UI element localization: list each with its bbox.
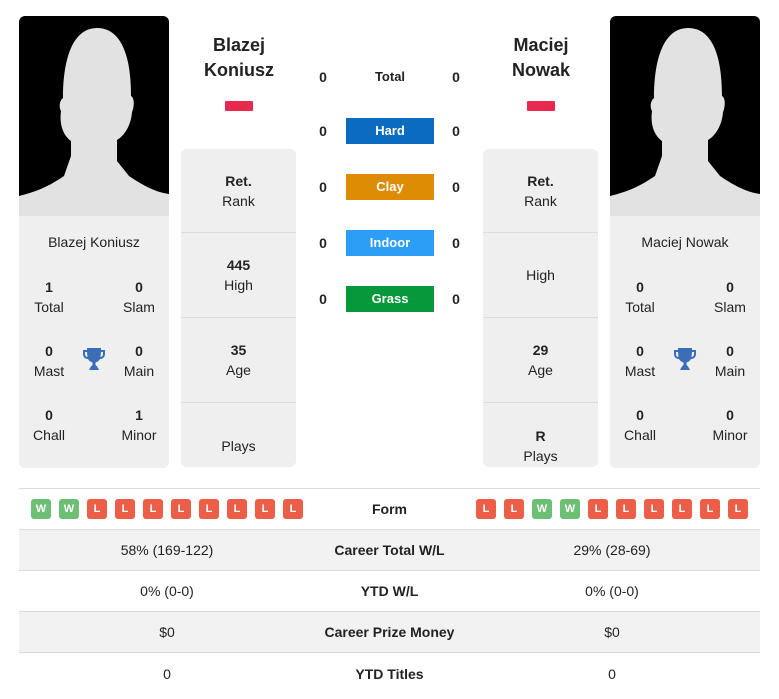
player1-age: 35 Age: [181, 318, 296, 403]
player2-titles-slam: 0 Slam: [714, 279, 746, 315]
form-badge-win[interactable]: W: [59, 499, 79, 519]
player2-titles-total: 0 Total: [625, 279, 655, 315]
surface-hard-badge: Hard: [346, 118, 434, 144]
form-badge-loss[interactable]: L: [504, 499, 524, 519]
surface-total-p2: 0: [452, 69, 460, 85]
form-badge-loss[interactable]: L: [143, 499, 163, 519]
player1-flag-icon: [225, 101, 253, 111]
surface-total-label: Total: [374, 69, 406, 84]
player1-card: Blazej Koniusz 1 Total 0 Slam 0 Mast 0 Main …: [19, 216, 169, 468]
ytd-wl-label: YTD W/L: [360, 583, 419, 599]
table-row-prize-money: $0 Career Prize Money $0: [19, 612, 760, 653]
player2-titles-chall: 0 Chall: [624, 407, 656, 443]
surface-clay-p1: 0: [319, 179, 327, 195]
surface-hard-p1: 0: [319, 123, 327, 139]
form-badge-loss[interactable]: L: [255, 499, 275, 519]
player1-career-wl: 58% (169-122): [120, 542, 214, 558]
surface-indoor-p1: 0: [319, 235, 327, 251]
surface-clay-badge: Clay: [346, 174, 434, 200]
player1-ytd-wl: 0% (0-0): [140, 583, 194, 599]
player2-plays: R Plays: [523, 427, 558, 464]
player2-rank: Ret. Rank: [483, 149, 598, 233]
player1-plays: Plays: [221, 437, 256, 454]
player1-titles-minor: 1 Minor: [121, 407, 157, 443]
player1-titles-main: 0 Main: [123, 343, 155, 379]
player2-card-name: Maciej Nowak: [641, 234, 729, 250]
table-row-ytd-titles: 0 YTD Titles 0: [19, 653, 760, 694]
form-badge-win[interactable]: W: [532, 499, 552, 519]
player2-ytd-titles: 0: [608, 665, 616, 682]
form-badge-win[interactable]: W: [31, 499, 51, 519]
surface-grass-badge: Grass: [346, 286, 434, 312]
player2-name[interactable]: Maciej Nowak: [481, 33, 601, 83]
surface-hard-p2: 0: [452, 123, 460, 139]
surface-indoor-p2: 0: [452, 235, 460, 251]
form-badge-loss[interactable]: L: [728, 499, 748, 519]
form-badge-loss[interactable]: L: [476, 499, 496, 519]
player2-career-wl: 29% (28-69): [573, 542, 651, 558]
player2-flag-icon: [527, 101, 555, 111]
player2-titles-minor: 0 Minor: [712, 407, 748, 443]
form-badge-loss[interactable]: L: [588, 499, 608, 519]
player2-titles-main: 0 Main: [714, 343, 746, 379]
surface-indoor-badge: Indoor: [346, 230, 434, 256]
form-badge-loss[interactable]: L: [616, 499, 636, 519]
form-badge-loss[interactable]: L: [87, 499, 107, 519]
player1-titles-slam: 0 Slam: [123, 279, 155, 315]
form-badge-loss[interactable]: L: [644, 499, 664, 519]
player1-prize-money: $0: [159, 624, 175, 640]
surface-row-hard: 0 Hard 0: [300, 117, 480, 145]
comparison-table: WWLLLLLLLL Form LLWWLLLLLL 58% (169-122)…: [19, 488, 760, 694]
player1-titles-mast: 0 Mast: [33, 343, 65, 379]
player2-ytd-wl: 0% (0-0): [585, 583, 639, 599]
prize-money-label: Career Prize Money: [324, 624, 455, 640]
player1-titles-total: 1 Total: [34, 279, 64, 315]
player2-prize-money: $0: [604, 624, 620, 640]
player1-rank: Ret. Rank: [181, 149, 296, 233]
player2-info: Ret. Rank High 29 Age R Plays: [483, 149, 598, 467]
form-badge-loss[interactable]: L: [672, 499, 692, 519]
ytd-titles-label: YTD Titles: [355, 665, 424, 682]
player1-name[interactable]: Blazej Koniusz: [179, 33, 299, 83]
surface-total-p1: 0: [319, 69, 327, 85]
surface-row-total: 0 Total 0: [300, 63, 480, 91]
player1-high: 445 High: [181, 233, 296, 318]
player2-card: Maciej Nowak 0 Total 0 Slam 0 Mast 0 Main 0C…: [610, 216, 760, 468]
form-badge-loss[interactable]: L: [700, 499, 720, 519]
table-row-form: WWLLLLLLLL Form LLWWLLLLLL: [19, 489, 760, 530]
player1-info: Ret. Rank 445 High 35 Age Plays: [181, 149, 296, 467]
surface-row-grass: 0 Grass 0: [300, 285, 480, 313]
player1-card-name: Blazej Koniusz: [48, 234, 140, 250]
player2-photo: [610, 16, 760, 216]
surface-row-clay: 0 Clay 0: [300, 173, 480, 201]
form-label: Form: [372, 501, 407, 517]
player1-form: WWLLLLLLLL: [19, 499, 315, 519]
form-badge-win[interactable]: W: [560, 499, 580, 519]
silhouette-icon: [19, 28, 169, 216]
trophy-icon: [674, 348, 696, 370]
form-badge-loss[interactable]: L: [171, 499, 191, 519]
player1-ytd-titles: 0: [163, 665, 171, 682]
surface-grass-p2: 0: [452, 291, 460, 307]
player2-age: 29 Age: [483, 318, 598, 403]
form-badge-loss[interactable]: L: [283, 499, 303, 519]
player2-titles-mast: 0 Mast: [624, 343, 656, 379]
surface-row-indoor: 0 Indoor 0: [300, 229, 480, 257]
surface-clay-p2: 0: [452, 179, 460, 195]
form-badge-loss[interactable]: L: [227, 499, 247, 519]
player2-high: High: [483, 233, 598, 318]
player1-titles-chall: 0 Chall: [33, 407, 65, 443]
surface-grass-p1: 0: [319, 291, 327, 307]
table-row-ytd-wl: 0% (0-0) YTD W/L 0% (0-0): [19, 571, 760, 612]
player2-form: LLWWLLLLLL: [464, 499, 760, 519]
form-badge-loss[interactable]: L: [199, 499, 219, 519]
trophy-icon: [83, 348, 105, 370]
table-row-career-wl: 58% (169-122) Career Total W/L 29% (28-6…: [19, 530, 760, 571]
silhouette-icon: [610, 28, 760, 216]
career-wl-label: Career Total W/L: [334, 542, 445, 558]
player1-photo: [19, 16, 169, 216]
form-badge-loss[interactable]: L: [115, 499, 135, 519]
